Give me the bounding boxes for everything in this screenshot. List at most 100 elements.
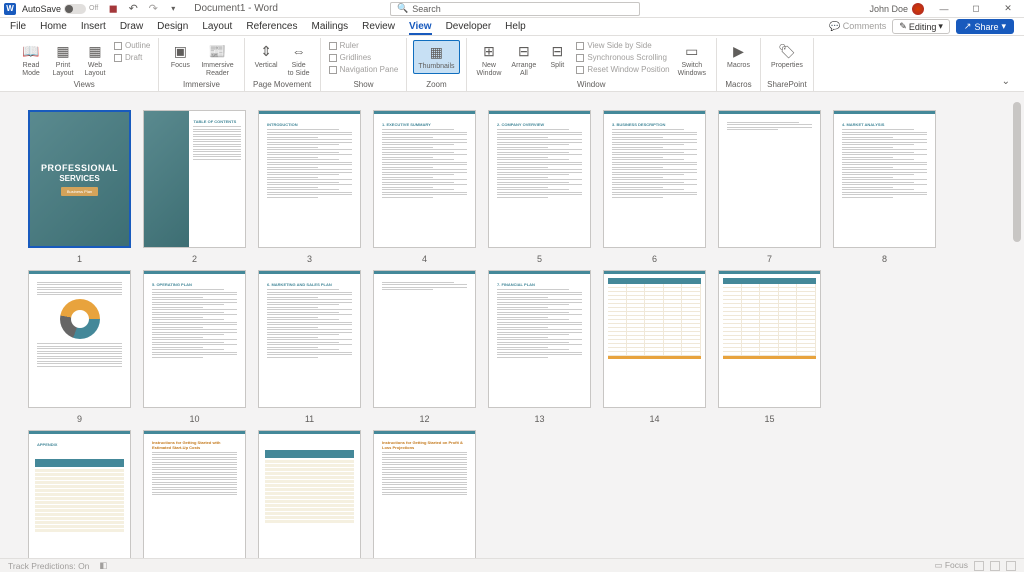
page-thumbnail-14[interactable] [603,270,706,408]
editing-mode-button[interactable]: ✎ Editing ▾ [892,19,950,34]
page-thumbnail-12[interactable] [373,270,476,408]
macros-button[interactable]: ▶Macros [723,40,754,72]
page-thumbnail-7[interactable] [718,110,821,248]
page-thumbnail-10[interactable]: 5. OPERATING PLAN [143,270,246,408]
page-thumbnail-13[interactable]: 7. FINANCIAL PLAN [488,270,591,408]
page-thumbnail-6[interactable]: 3. BUSINESS DESCRIPTION [603,110,706,248]
web-layout-button[interactable]: ▦Web Layout [80,40,110,79]
navigation-pane-checkbox[interactable]: Navigation Pane [327,64,401,75]
autosave-toggle[interactable] [64,4,86,14]
tab-design[interactable]: Design [157,18,188,35]
page-thumbnail-16[interactable]: APPENDIX [28,430,131,558]
scrollbar-thumb[interactable] [1013,102,1021,242]
immersive-reader-button[interactable]: 📰Immersive Reader [197,40,237,79]
search-input[interactable]: 🔍 Search [390,2,640,16]
new-window-button[interactable]: ⊞New Window [473,40,506,79]
page-thumbnail-19[interactable]: Instructions for Getting Started on Prof… [373,430,476,558]
qat-dropdown-icon[interactable]: ▾ [166,2,180,16]
page-thumbnail-15[interactable] [718,270,821,408]
minimize-button[interactable]: — [932,2,956,16]
tab-draw[interactable]: Draw [120,18,143,35]
group-label: Page Movement [253,80,311,91]
comments-button[interactable]: 💬 Comments [829,21,886,32]
search-icon: 🔍 [397,3,408,14]
page-thumbnail-3[interactable]: INTRODUCTION [258,110,361,248]
autosave-label: AutoSave [22,4,61,14]
save-icon[interactable]: ◼ [106,2,120,16]
split-icon: ⊟ [548,42,566,60]
tab-developer[interactable]: Developer [446,18,492,35]
macros-icon: ▶ [729,42,747,60]
page-number: 4 [422,254,427,264]
vertical-button[interactable]: ⇕Vertical [251,40,282,72]
status-accessibility-icon[interactable]: ◧ [99,560,107,571]
page-thumbnail-9[interactable] [28,270,131,408]
vertical-scrollbar[interactable] [1012,92,1022,558]
page-thumbnail-18[interactable] [258,430,361,558]
search-placeholder: Search [412,4,441,14]
thumbnail-view[interactable]: PROFESSIONALSERVICESBusiness Plan 1 TABLE … [0,92,1024,558]
page-number: 3 [307,254,312,264]
tab-review[interactable]: Review [362,18,395,35]
read-mode-button[interactable]: 📖Read Mode [16,40,46,79]
page-thumbnail-5[interactable]: 2. COMPANY OVERVIEW [488,110,591,248]
checkbox-icon [576,66,584,74]
view-side-by-side-checkbox[interactable]: View Side by Side [574,40,671,51]
tab-references[interactable]: References [246,18,297,35]
titlebar: W AutoSave Off ◼ ↶ ↷ ▾ Document1 - Word … [0,0,1024,18]
draft-checkbox[interactable]: Draft [112,52,152,63]
group-label: Macros [725,80,751,91]
share-button[interactable]: ↗ Share ▾ [956,19,1014,34]
page-thumbnail-4[interactable]: 1. EXECUTIVE SUMMARY [373,110,476,248]
reset-window-position-checkbox[interactable]: Reset Window Position [574,64,671,75]
checkbox-icon [576,42,584,50]
gridlines-checkbox[interactable]: Gridlines [327,52,401,63]
user-account[interactable]: John Doe [869,3,924,15]
side-to-side-button[interactable]: ⇔Side to Side [284,40,314,79]
ruler-checkbox[interactable]: Ruler [327,40,401,51]
status-track-predictions[interactable]: Track Predictions: On [8,561,89,571]
close-button[interactable]: ✕ [996,2,1020,16]
view-print-icon[interactable] [990,561,1000,571]
checkbox-icon [114,42,122,50]
ribbon-group-views: 📖Read Mode▦Print Layout▦Web LayoutOutlin… [10,38,159,91]
redo-icon[interactable]: ↷ [146,2,160,16]
print-layout-button[interactable]: ▦Print Layout [48,40,78,79]
focus-button[interactable]: ▣Focus [165,40,195,72]
page-thumbnail-17[interactable]: Instructions for Getting Started with Es… [143,430,246,558]
tab-insert[interactable]: Insert [81,18,106,35]
split-button[interactable]: ⊟Split [542,40,572,72]
arrange-all-button[interactable]: ⊟Arrange All [507,40,540,79]
page-number: 10 [189,414,199,424]
tab-layout[interactable]: Layout [202,18,232,35]
page-thumbnail-2[interactable]: TABLE OF CONTENTS [143,110,246,248]
page-number: 12 [419,414,429,424]
autosave[interactable]: AutoSave Off [22,4,98,14]
print-layout-icon: ▦ [54,42,72,60]
focus-button[interactable]: ▭ Focus [934,560,968,571]
tab-mailings[interactable]: Mailings [311,18,348,35]
undo-icon[interactable]: ↶ [126,2,140,16]
properties-icon: 🏷 [778,42,796,60]
page-thumbnail-8[interactable]: 4. MARKET ANALYSIS [833,110,936,248]
synchronous-scrolling-checkbox[interactable]: Synchronous Scrolling [574,52,671,63]
group-label: Immersive [183,80,220,91]
tab-home[interactable]: Home [40,18,67,35]
page-number: 8 [882,254,887,264]
page-number: 15 [764,414,774,424]
tab-help[interactable]: Help [505,18,526,35]
page-thumbnail-11[interactable]: 6. MARKETING AND SALES PLAN [258,270,361,408]
group-label: SharePoint [767,80,807,91]
switch-windows-button[interactable]: ▭Switch Windows [674,40,710,79]
view-web-icon[interactable] [1006,561,1016,571]
restore-button[interactable]: ◻ [964,2,988,16]
thumbnails-button[interactable]: ▦Thumbnails [413,40,459,74]
tab-file[interactable]: File [10,18,26,35]
tab-view[interactable]: View [409,18,432,35]
ribbon-collapse-button[interactable]: ⌄ [998,72,1014,91]
page-number: 1 [77,254,82,264]
view-read-icon[interactable] [974,561,984,571]
outline-checkbox[interactable]: Outline [112,40,152,51]
properties-button[interactable]: 🏷Properties [767,40,807,72]
page-thumbnail-1[interactable]: PROFESSIONALSERVICESBusiness Plan [28,110,131,248]
